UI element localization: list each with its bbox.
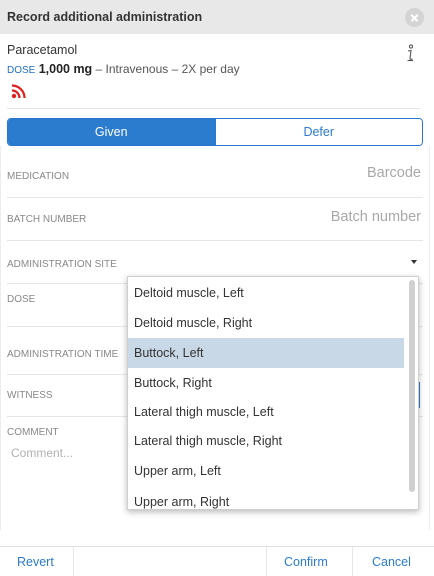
footer-separator — [352, 547, 353, 576]
tab-given[interactable]: Given — [8, 119, 215, 145]
medication-field-label: MEDICATION — [7, 171, 70, 182]
witness-label: WITNESS — [7, 390, 53, 401]
tab-defer[interactable]: Defer — [214, 119, 422, 145]
dose-field-label: DOSE — [7, 294, 36, 305]
dropdown-scrollbar[interactable] — [409, 280, 415, 492]
administration-site-label: ADMINISTRATION SITE — [7, 259, 117, 270]
dialog-title: Record additional administration — [7, 10, 203, 24]
batch-number-input[interactable]: Batch number — [331, 209, 421, 225]
dropdown-option[interactable]: Buttock, Right — [128, 368, 404, 398]
dropdown-option[interactable]: Lateral thigh muscle, Right — [128, 426, 404, 456]
comment-textarea[interactable]: Comment... — [11, 446, 73, 460]
dose-value: 1,000 mg — [38, 62, 93, 76]
administration-site-dropdown[interactable]: Deltoid muscle, Left Deltoid muscle, Rig… — [127, 276, 419, 510]
medication-name: Paracetamol — [7, 43, 78, 57]
dropdown-option[interactable]: Lateral thigh muscle, Left — [128, 397, 404, 427]
batch-number-row[interactable]: BATCH NUMBER Batch number — [7, 198, 423, 241]
chevron-down-icon[interactable] — [411, 260, 417, 264]
dose-details: – Intravenous – 2X per day — [92, 62, 240, 76]
comment-label: COMMENT — [7, 427, 59, 438]
confirm-button[interactable]: Confirm — [284, 547, 328, 576]
dropdown-option[interactable]: Deltoid muscle, Right — [128, 308, 404, 338]
rss-alert-icon — [11, 84, 26, 99]
cancel-button[interactable]: Cancel — [372, 547, 411, 576]
dropdown-option[interactable]: Upper arm, Left — [128, 456, 404, 486]
dose-label: DOSE — [7, 65, 36, 76]
footer-separator — [73, 547, 74, 576]
dialog-footer: Revert Confirm Cancel — [0, 546, 434, 576]
revert-button[interactable]: Revert — [17, 547, 54, 576]
close-icon[interactable] — [405, 8, 424, 27]
administration-time-label: ADMINISTRATION TIME — [7, 349, 119, 360]
dose-line: DOSE 1,000 mg – Intravenous – 2X per day — [7, 62, 240, 76]
batch-number-label: BATCH NUMBER — [7, 214, 87, 225]
medication-row[interactable]: MEDICATION Barcode — [7, 146, 423, 198]
info-icon[interactable] — [405, 44, 415, 62]
form-right-border — [429, 146, 430, 530]
dialog-titlebar: Record additional administration — [0, 0, 434, 34]
footer-separator — [266, 547, 267, 576]
form-left-border — [0, 146, 1, 530]
medication-barcode-input[interactable]: Barcode — [367, 165, 421, 181]
given-defer-toggle: Given Defer — [7, 118, 423, 146]
dropdown-option-highlighted[interactable]: Buttock, Left — [128, 338, 404, 368]
dropdown-option[interactable]: Upper arm, Right — [128, 487, 404, 509]
header-divider — [7, 108, 420, 109]
dropdown-option[interactable]: Deltoid muscle, Left — [128, 278, 404, 308]
